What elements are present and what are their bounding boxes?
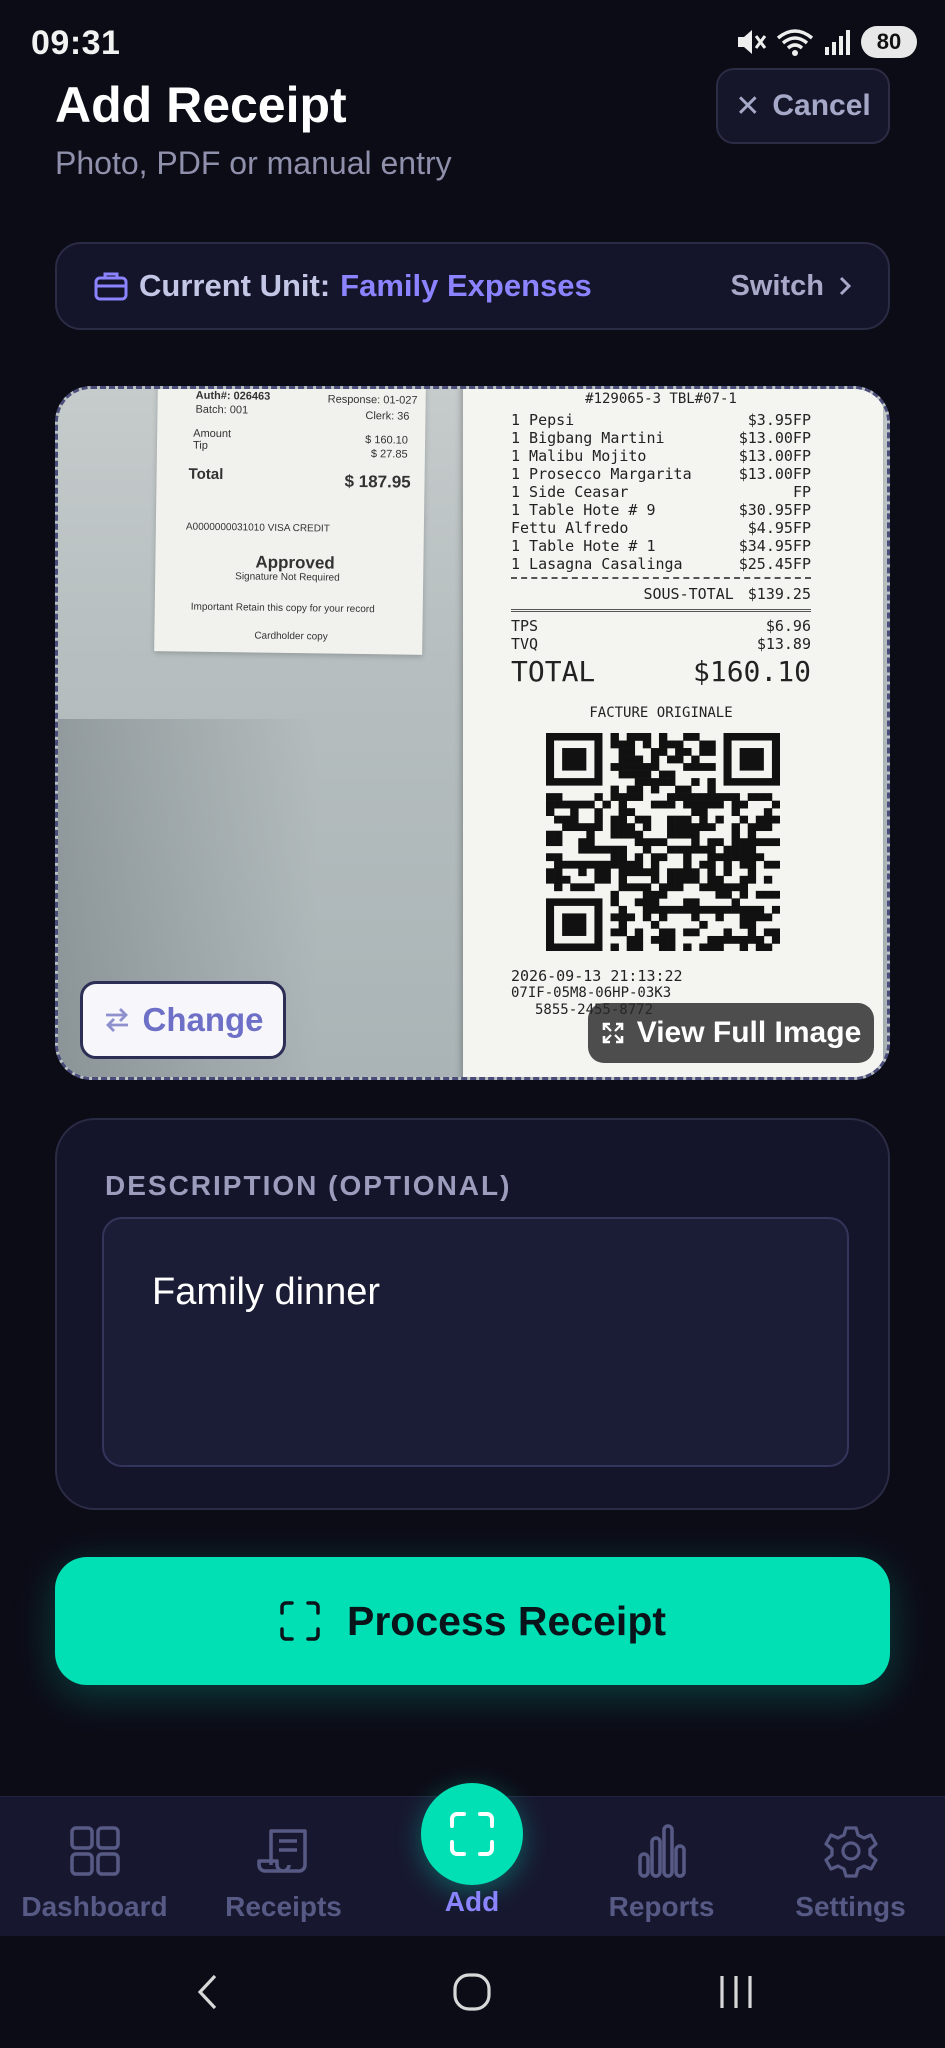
change-image-button[interactable]: Change xyxy=(80,981,286,1059)
nav-item-receipts[interactable]: Receipts xyxy=(189,1797,378,1937)
description-input[interactable]: Family dinner xyxy=(102,1217,849,1467)
scan-icon xyxy=(450,1812,494,1856)
nav-label-settings: Settings xyxy=(795,1891,906,1922)
page-title: Add Receipt xyxy=(55,77,347,133)
current-unit-bar: Current Unit: Family Expenses Switch xyxy=(55,242,890,330)
wifi-icon xyxy=(776,29,814,56)
briefcase-icon xyxy=(94,272,128,301)
cancel-label: Cancel xyxy=(772,89,871,122)
mute-icon xyxy=(738,30,767,54)
description-value: Family dinner xyxy=(152,1271,381,1313)
signal-icon xyxy=(825,30,850,55)
system-navigation-bar xyxy=(0,1936,945,2048)
expand-icon xyxy=(602,1022,624,1044)
nav-item-settings[interactable]: Settings xyxy=(756,1797,945,1937)
receipt-image-preview[interactable]: Auth#: 026463 Response: 01-027 Batch: 00… xyxy=(55,386,890,1080)
system-home-button[interactable] xyxy=(442,1964,502,2020)
battery-indicator: 80 xyxy=(861,26,917,58)
nav-item-add[interactable] xyxy=(421,1783,523,1885)
receipt-icon xyxy=(256,1829,307,1873)
nav-label-reports: Reports xyxy=(608,1891,715,1922)
description-label: DESCRIPTION (OPTIONAL) xyxy=(105,1170,512,1201)
switch-label: Switch xyxy=(730,269,824,302)
change-label: Change xyxy=(142,1001,264,1038)
scan-icon xyxy=(280,1601,320,1641)
current-unit-value: Family Expenses xyxy=(340,268,592,303)
nav-label-dashboard: Dashboard xyxy=(21,1891,168,1922)
nav-label-receipts: Receipts xyxy=(225,1891,342,1922)
receipt-photo-right: #129065-3 TBL#07-1 1 Pepsi $3.95FP 1 Bigb… xyxy=(463,389,883,1077)
view-full-label: View Full Image xyxy=(636,1016,862,1049)
nav-item-dashboard[interactable]: Dashboard xyxy=(0,1797,189,1937)
qr-code-image xyxy=(546,733,780,951)
close-icon: ✕ xyxy=(735,89,761,123)
swap-icon xyxy=(106,1008,129,1032)
receipt-photo-left: Auth#: 026463 Response: 01-027 Batch: 00… xyxy=(154,389,426,655)
process-receipt-button[interactable]: Process Receipt xyxy=(55,1557,890,1685)
page-subtitle: Photo, PDF or manual entry xyxy=(55,145,452,181)
switch-unit-button[interactable]: Switch xyxy=(731,270,852,303)
back-icon xyxy=(197,1974,217,2010)
status-icons: 80 xyxy=(735,26,917,58)
system-recents-button[interactable] xyxy=(706,1964,766,2020)
gear-icon xyxy=(823,1826,878,1878)
process-label: Process Receipt xyxy=(346,1597,667,1644)
current-unit-label: Current Unit: xyxy=(139,268,331,303)
home-icon xyxy=(453,1973,491,2011)
grid-icon xyxy=(69,1826,120,1876)
system-back-button[interactable] xyxy=(178,1964,238,2020)
chevron-right-icon xyxy=(839,276,852,296)
status-time: 09:31 xyxy=(31,24,121,62)
description-card: DESCRIPTION (OPTIONAL) Family dinner xyxy=(55,1118,890,1510)
bar-chart-icon xyxy=(637,1824,686,1878)
nav-item-reports[interactable]: Reports xyxy=(567,1797,756,1937)
cancel-button[interactable]: ✕ Cancel xyxy=(716,68,890,144)
recents-icon xyxy=(720,1976,752,2008)
nav-label-add[interactable]: Add xyxy=(400,1886,544,1918)
view-full-image-button[interactable]: View Full Image xyxy=(588,1003,874,1063)
